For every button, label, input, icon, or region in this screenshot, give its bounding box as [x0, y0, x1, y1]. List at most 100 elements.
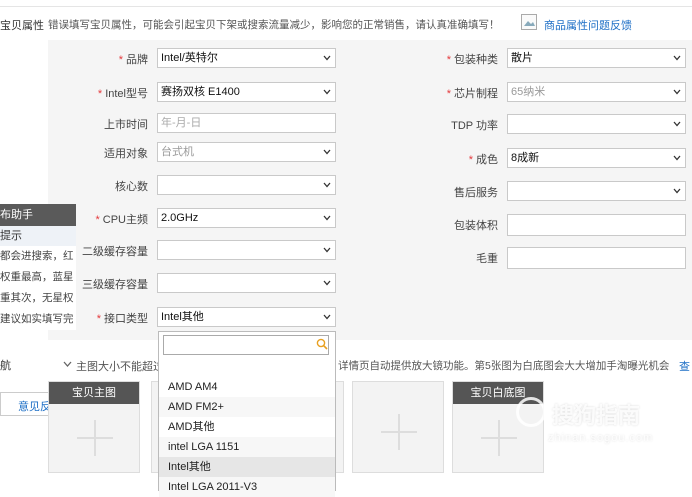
chevron-down-icon [673, 155, 681, 161]
select-right-3[interactable]: 8成新 [507, 148, 686, 168]
field-label: 三级缓存容量 [82, 276, 148, 292]
required-marker: * [97, 88, 103, 100]
field-label: 毛重 [476, 250, 498, 266]
image-icon [521, 14, 537, 30]
field-value: 赛扬双核 E1400 [161, 86, 240, 98]
dropdown-option[interactable]: intel LGA 1151 [159, 437, 335, 457]
dropdown-option[interactable]: AMD其他 [159, 417, 335, 437]
image-hint-left: 主图大小不能超过 [76, 361, 164, 373]
nav-label[interactable]: 航 [0, 357, 11, 373]
assistant-tip-line: 重其次，无星权 [0, 292, 74, 304]
field-label-text: 上市时间 [104, 119, 148, 131]
field-label-text: 毛重 [476, 253, 498, 265]
field-label: * CPU主频 [95, 211, 148, 227]
select-left-4[interactable] [157, 175, 336, 195]
field-label-text: 芯片制程 [454, 88, 498, 100]
select-right-4[interactable] [507, 181, 686, 201]
add-image-icon [381, 414, 417, 450]
field-label-text: 包装体积 [454, 220, 498, 232]
field-value: 台式机 [161, 146, 194, 158]
select-right-0[interactable]: 散片 [507, 48, 686, 68]
chevron-down-icon [673, 89, 681, 95]
chevron-down-icon [323, 149, 331, 155]
search-icon [316, 338, 328, 350]
chevron-down-icon [323, 55, 331, 61]
field-label-text: 包装种类 [454, 54, 498, 66]
add-image-icon [481, 420, 517, 456]
chevron-down-icon [323, 280, 331, 286]
field-label: 二级缓存容量 [82, 243, 148, 259]
required-marker: * [118, 54, 123, 66]
assistant-title: 布助手 [0, 204, 76, 226]
image-hint-link[interactable]: 查 [679, 358, 690, 374]
field-label: 核心数 [115, 178, 148, 194]
dropdown-option[interactable]: AMD FM2+ [159, 397, 335, 417]
main-image-tile[interactable]: 宝贝主图 [48, 381, 140, 473]
select-left-6[interactable] [157, 240, 336, 260]
field-value: 2.0GHz [161, 212, 199, 224]
field-value: Intel其他 [161, 311, 204, 323]
feedback-link[interactable]: 商品属性问题反馈 [544, 17, 632, 33]
dropdown-option[interactable]: Intel LGA 2011-V3 [159, 477, 335, 497]
required-marker: * [96, 313, 101, 325]
field-label: * 接口类型 [97, 310, 148, 326]
input-right-6[interactable] [507, 247, 686, 269]
required-marker: * [446, 88, 451, 100]
select-left-3[interactable]: 台式机 [157, 142, 336, 162]
select-right-1[interactable]: 65纳米 [507, 82, 686, 102]
field-label-text: 成色 [476, 154, 498, 166]
field-label-text: CPU主频 [102, 214, 148, 226]
field-value: 年-月-日 [161, 117, 202, 129]
required-marker: * [95, 214, 100, 226]
assistant-tip-line: 权重最高，蓝星 [0, 271, 74, 283]
field-value: 8成新 [511, 152, 540, 164]
chevron-down-icon [673, 188, 681, 194]
assistant-tip-line: 都会进搜索，红 [0, 250, 74, 262]
chevron-down-icon [323, 314, 331, 320]
select-left-5[interactable]: 2.0GHz [157, 208, 336, 228]
assistant-tip-line: 建议如实填写完 [0, 313, 74, 325]
field-label: * Intel型号 [98, 85, 148, 101]
required-marker: * [446, 54, 451, 66]
field-label: * 包装种类 [447, 51, 498, 67]
field-label: 包装体积 [454, 217, 498, 233]
required-marker: * [468, 154, 473, 166]
field-label-text: 品牌 [126, 54, 148, 66]
watermark-url: zhinan.sogou.com [548, 432, 654, 444]
interface-type-dropdown: AMD AM4 AMD FM2+ AMD其他 intel LGA 1151 Intel其… [158, 331, 336, 497]
field-label: * 芯片制程 [447, 85, 498, 101]
assistant-tips: 都会进搜索，红 权重最高，蓝星 重其次，无星权 建议如实填写完 [0, 246, 76, 330]
chevron-down-icon [323, 215, 331, 221]
add-image-icon [77, 420, 113, 456]
field-value: Intel/英特尔 [161, 52, 218, 64]
dropdown-search-input[interactable] [163, 335, 329, 355]
watermark-text: 搜狗指南 [552, 403, 641, 428]
white-bg-image-tile[interactable]: 宝贝白底图 [452, 381, 544, 473]
input-right-5[interactable] [507, 214, 686, 236]
field-value: 散片 [511, 52, 533, 64]
input-left-2[interactable]: 年-月-日 [157, 113, 336, 133]
field-label: * 成色 [469, 151, 498, 167]
dropdown-option[interactable]: Intel其他 [159, 457, 335, 477]
dropdown-option[interactable]: AMD AM4 [159, 377, 335, 397]
select-left-0[interactable]: Intel/英特尔 [157, 48, 336, 68]
assistant-tip-heading: 提示 [0, 226, 76, 246]
select-right-2[interactable] [507, 114, 686, 134]
chevron-down-icon [323, 182, 331, 188]
field-label-text: Intel型号 [105, 88, 148, 100]
image-hint-right: 详情页自动提供放大镜功能。第5张图为白底图会大大增加手淘曝光机会 [338, 360, 670, 372]
chevron-down-icon [323, 247, 331, 253]
notice-text: 错误填写宝贝属性，可能会引起宝贝下架或搜索流量减少，影响您的正常销售，请认真准确… [48, 19, 500, 31]
select-left-8[interactable]: Intel其他 [157, 307, 336, 327]
main-image-label: 宝贝主图 [49, 382, 139, 404]
image-tile-4[interactable] [352, 381, 444, 473]
nav-chevron-icon[interactable] [63, 359, 72, 371]
field-label-text: 三级缓存容量 [82, 279, 148, 291]
select-left-1[interactable]: 赛扬双核 E1400 [157, 82, 336, 102]
watermark-logo-icon [516, 397, 546, 427]
select-left-7[interactable] [157, 273, 336, 293]
field-label: 上市时间 [104, 116, 148, 132]
section-label: 宝贝属性 [0, 20, 44, 32]
field-label-text: 接口类型 [104, 313, 148, 325]
field-label-text: 售后服务 [454, 187, 498, 199]
